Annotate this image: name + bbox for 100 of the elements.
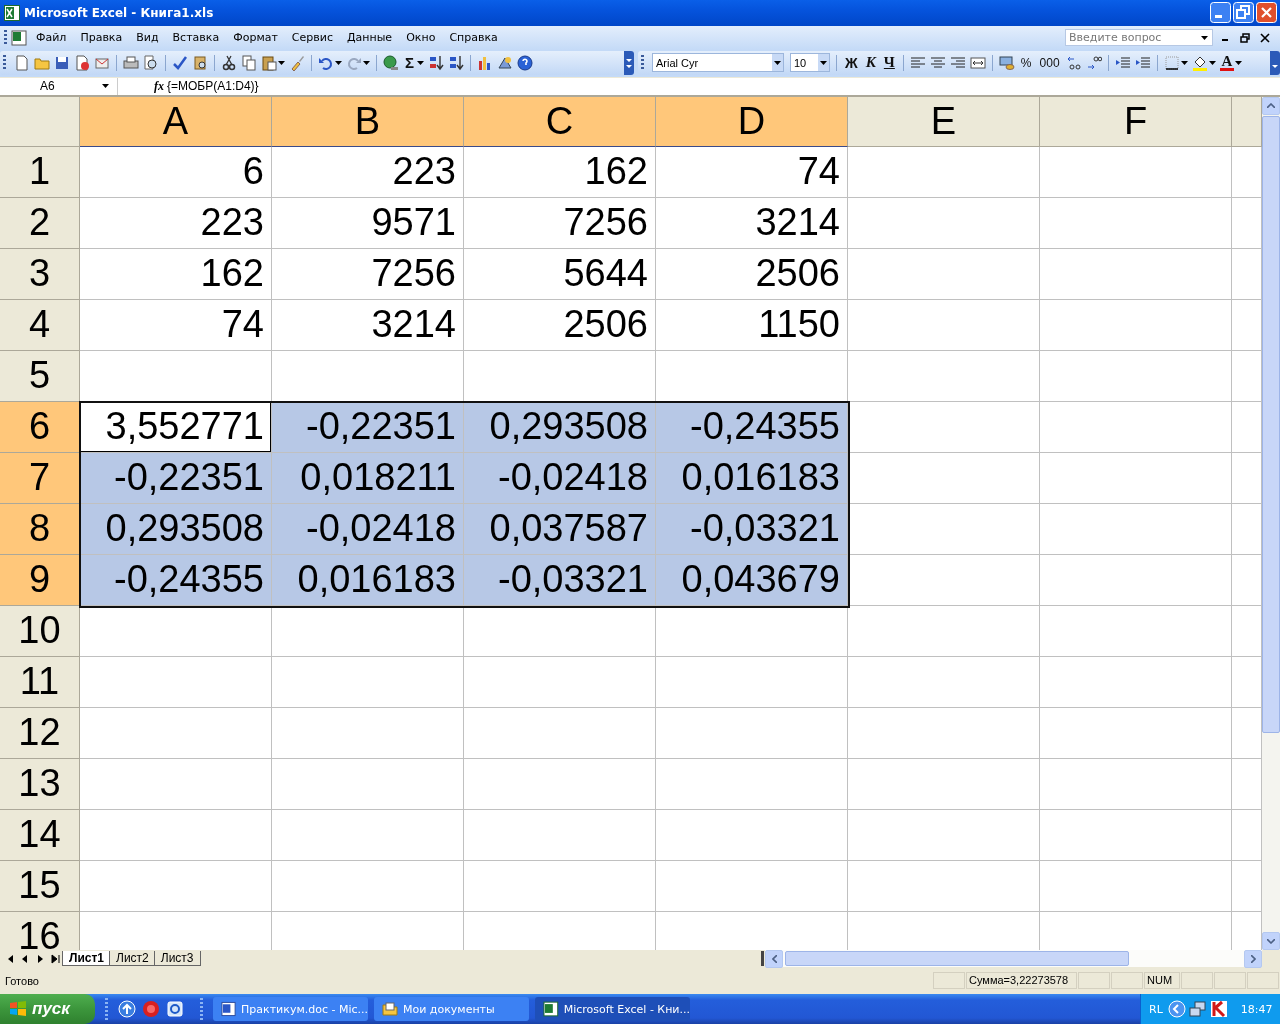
minimize-button[interactable] xyxy=(1210,2,1231,24)
column-header[interactable]: C xyxy=(464,96,656,147)
drawing-icon[interactable] xyxy=(497,54,513,71)
scroll-down-icon[interactable] xyxy=(1267,938,1275,944)
italic-button[interactable]: К xyxy=(863,54,878,72)
align-left-icon[interactable] xyxy=(909,54,926,71)
new-document-icon[interactable] xyxy=(14,54,30,71)
autosum-button[interactable]: Σ xyxy=(403,54,416,72)
menu-item[interactable]: Сервис xyxy=(284,31,340,45)
scroll-thumb[interactable] xyxy=(785,951,1129,967)
menu-item[interactable]: Файл xyxy=(29,31,74,45)
row-header[interactable]: 4 xyxy=(0,299,80,351)
disc-icon[interactable] xyxy=(142,1000,160,1018)
sort-descending-icon[interactable] xyxy=(448,54,464,71)
taskbar-button[interactable]: Практикум.doc - Mic... xyxy=(213,997,368,1021)
fill-color-icon[interactable] xyxy=(1191,54,1208,71)
start-button[interactable]: пуск xyxy=(0,994,95,1024)
menu-item[interactable]: Окно xyxy=(399,31,443,45)
currency-icon[interactable] xyxy=(998,54,1015,71)
row-header[interactable]: 6 xyxy=(0,401,80,453)
research-icon[interactable] xyxy=(192,54,208,71)
copy-icon[interactable] xyxy=(241,54,257,71)
name-box[interactable]: A6 xyxy=(0,77,118,95)
help-search-field[interactable]: Введите вопрос xyxy=(1065,29,1213,47)
dropdown-caret-icon[interactable] xyxy=(335,60,342,65)
spreadsheet-document-icon[interactable] xyxy=(11,29,29,46)
menu-item[interactable]: Справка xyxy=(442,31,505,45)
menu-item[interactable]: Вставка xyxy=(165,31,227,45)
cut-icon[interactable] xyxy=(221,54,237,71)
row-header[interactable]: 1 xyxy=(0,146,80,198)
help-icon[interactable] xyxy=(517,54,533,71)
comma-style-button[interactable]: 000 xyxy=(1037,55,1062,70)
font-size-field[interactable]: 10 xyxy=(790,53,830,73)
font-name-field[interactable]: Arial Cyr xyxy=(652,53,784,73)
increase-indent-icon[interactable] xyxy=(1134,54,1151,71)
merge-center-icon[interactable] xyxy=(969,54,986,71)
taskbar-button[interactable]: Microsoft Excel - Кни... xyxy=(535,997,690,1021)
print-icon[interactable] xyxy=(123,54,139,71)
last-sheet-icon[interactable] xyxy=(49,953,61,964)
dropdown-caret-icon[interactable] xyxy=(1180,60,1188,65)
row-header[interactable]: 8 xyxy=(0,503,80,555)
restore-button[interactable] xyxy=(1233,2,1254,24)
sheet-tab[interactable]: Лист1 xyxy=(62,951,112,967)
decrease-indent-icon[interactable] xyxy=(1114,54,1131,71)
restore-workbook-icon[interactable] xyxy=(1240,32,1250,43)
antivirus-k-icon[interactable] xyxy=(1209,1000,1228,1018)
hyperlink-globe-icon[interactable] xyxy=(383,54,399,71)
dropdown-caret-icon[interactable] xyxy=(278,60,285,65)
taskbar-button[interactable]: Мои документы xyxy=(374,997,529,1021)
vertical-scrollbar[interactable] xyxy=(1262,96,1280,951)
scroll-left-icon[interactable] xyxy=(771,954,777,963)
network-computers-icon[interactable] xyxy=(1188,1000,1207,1018)
row-header[interactable]: 11 xyxy=(0,656,80,708)
percent-style-button[interactable]: % xyxy=(1018,55,1034,70)
column-header[interactable]: D xyxy=(656,96,848,147)
menu-item[interactable]: Вид xyxy=(129,31,166,45)
underline-button[interactable]: Ч xyxy=(881,54,897,72)
toolbar-options-button[interactable] xyxy=(1270,50,1280,75)
row-header[interactable]: 12 xyxy=(0,707,80,759)
tab-split-handle[interactable] xyxy=(761,951,764,967)
column-header[interactable]: A xyxy=(80,96,272,147)
close-button[interactable] xyxy=(1256,2,1277,24)
bold-button[interactable]: Ж xyxy=(843,54,860,71)
row-header[interactable]: 5 xyxy=(0,350,80,402)
row-header[interactable]: 16 xyxy=(0,911,80,951)
scroll-up-icon[interactable] xyxy=(1267,103,1275,109)
row-header[interactable]: 2 xyxy=(0,197,80,249)
column-header[interactable]: B xyxy=(272,96,464,147)
row-header[interactable]: 14 xyxy=(0,809,80,861)
dropdown-caret-icon[interactable] xyxy=(1235,60,1243,65)
sort-ascending-icon[interactable] xyxy=(428,54,444,71)
menu-item[interactable]: Правка xyxy=(73,31,130,45)
dropdown-caret-icon[interactable] xyxy=(363,60,370,65)
spelling-check-icon[interactable] xyxy=(172,54,188,71)
sheet-tab[interactable]: Лист2 xyxy=(109,951,156,967)
scroll-thumb[interactable] xyxy=(1262,115,1280,733)
menu-item[interactable]: Данные xyxy=(339,31,400,45)
browser-icon[interactable] xyxy=(166,1000,184,1018)
column-header[interactable]: E xyxy=(848,96,1040,147)
close-workbook-icon[interactable] xyxy=(1260,32,1270,43)
row-header[interactable]: 15 xyxy=(0,860,80,912)
decrease-decimal-icon[interactable] xyxy=(1085,54,1102,71)
dropdown-caret-icon[interactable] xyxy=(1208,60,1216,65)
print-preview-icon[interactable] xyxy=(143,54,159,71)
formula-field[interactable]: {=МОБР(A1:D4)} xyxy=(167,79,259,94)
row-header[interactable]: 3 xyxy=(0,248,80,300)
row-header[interactable]: 10 xyxy=(0,605,80,657)
menu-item[interactable]: Формат xyxy=(226,31,285,45)
toolbar-options-button[interactable] xyxy=(624,50,634,75)
dropdown-caret-icon[interactable] xyxy=(417,60,424,65)
row-header[interactable]: 7 xyxy=(0,452,80,504)
row-header[interactable]: 9 xyxy=(0,554,80,606)
scroll-right-icon[interactable] xyxy=(1250,954,1256,963)
column-header[interactable]: F xyxy=(1040,96,1232,147)
format-painter-icon[interactable] xyxy=(289,54,305,71)
align-center-icon[interactable] xyxy=(929,54,946,71)
paste-icon[interactable] xyxy=(261,54,277,71)
borders-icon[interactable] xyxy=(1163,54,1180,71)
show-hidden-icons-button[interactable] xyxy=(1167,1000,1186,1018)
font-color-button[interactable]: A xyxy=(1219,54,1235,72)
